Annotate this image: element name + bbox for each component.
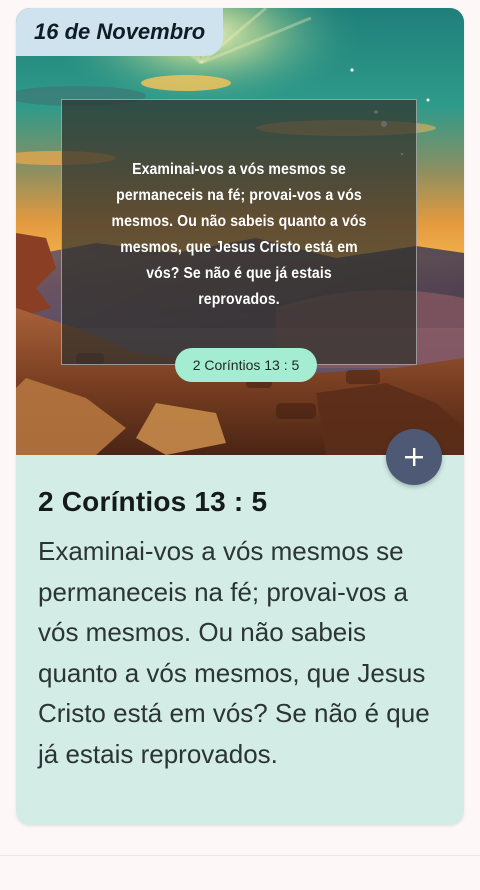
plus-icon	[405, 448, 423, 466]
verse-reference: 2 Coríntios 13 : 5	[38, 486, 268, 517]
verse-card[interactable]: 16 de Novembro Examinai-vos a vós mesmos…	[16, 8, 464, 825]
date-badge: 16 de Novembro	[16, 8, 224, 56]
verse-image[interactable]: 16 de Novembro Examinai-vos a vós mesmos…	[16, 8, 464, 455]
quote-overlay: Examinai-vos a vós mesmos se permaneceis…	[61, 99, 417, 365]
quote-text: Examinai-vos a vós mesmos se permaneceis…	[111, 161, 367, 308]
reference-pill: 2 Coríntios 13 : 5	[175, 348, 317, 382]
add-button[interactable]	[386, 429, 442, 485]
verse-text: Examinai-vos a vós mesmos se permaneceis…	[38, 536, 430, 769]
date-label: 16 de Novembro	[34, 19, 206, 44]
screen: 16 de Novembro Examinai-vos a vós mesmos…	[0, 0, 480, 890]
bottom-divider	[0, 855, 480, 856]
